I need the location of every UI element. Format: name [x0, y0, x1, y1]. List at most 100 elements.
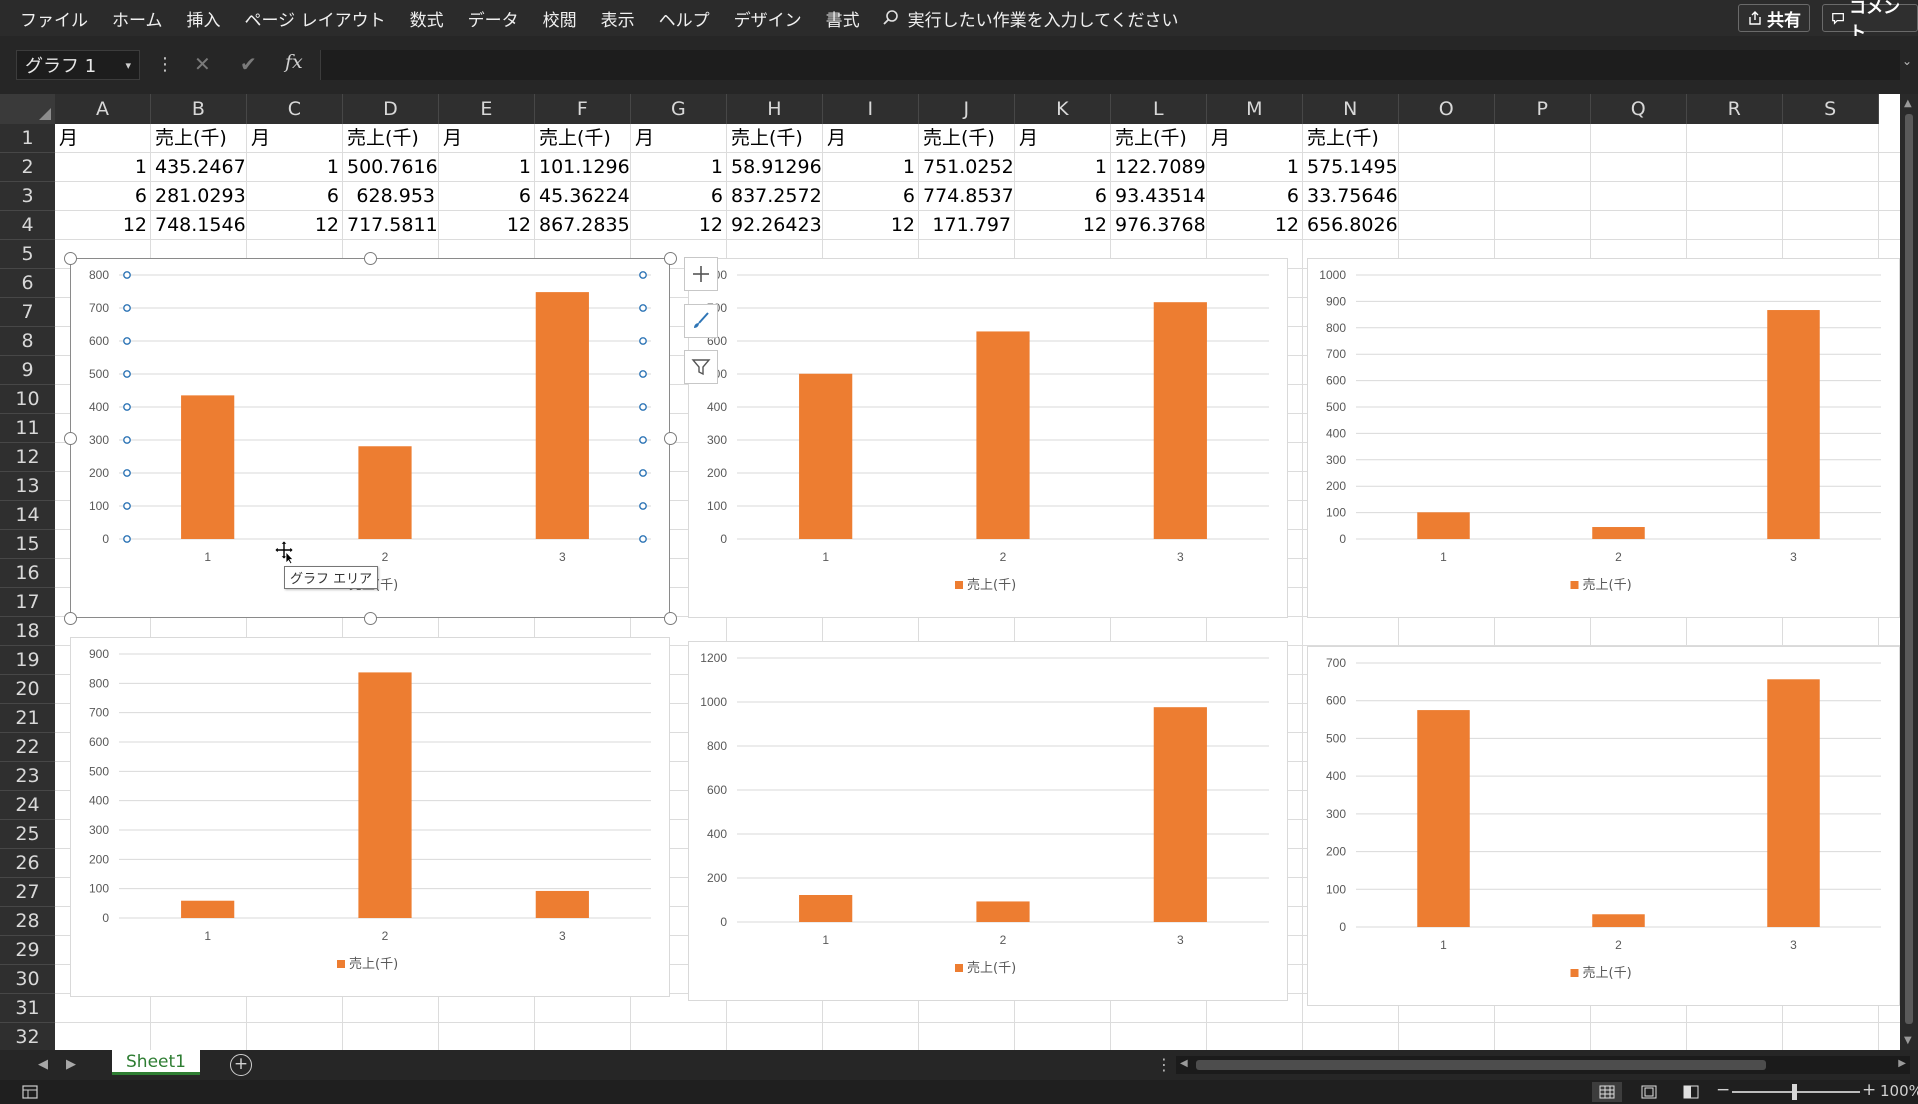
data-cell[interactable]: 12: [247, 211, 343, 240]
bar[interactable]: [1767, 679, 1820, 927]
data-cell[interactable]: 92.26423: [727, 211, 823, 240]
row-header[interactable]: 16: [0, 559, 55, 588]
gridline-selection-handle[interactable]: [123, 337, 131, 345]
gridline-selection-handle[interactable]: [123, 370, 131, 378]
bar[interactable]: [1417, 710, 1470, 927]
header-cell[interactable]: 月: [247, 124, 343, 153]
row-header[interactable]: 19: [0, 646, 55, 675]
row-header[interactable]: 25: [0, 820, 55, 849]
horizontal-scrollbar[interactable]: ◀ ▶: [1176, 1056, 1910, 1074]
scroll-down-icon[interactable]: ▼: [1904, 1035, 1912, 1046]
resize-handle[interactable]: [64, 612, 77, 625]
zoom-level[interactable]: 100%: [1880, 1082, 1918, 1100]
chart-styles-button[interactable]: [684, 304, 718, 338]
vertical-scroll-thumb[interactable]: [1905, 114, 1913, 1024]
column-header[interactable]: I: [822, 94, 919, 124]
data-cell[interactable]: 1: [823, 153, 919, 182]
chart-4[interactable]: 0 100 200 300 400 500 600 700 800 900 1 2 3 売上(千): [70, 637, 670, 997]
horizontal-scroll-thumb[interactable]: [1196, 1060, 1766, 1070]
scroll-up-icon[interactable]: ▲: [1904, 98, 1912, 109]
share-button[interactable]: 共有: [1738, 4, 1810, 32]
zoom-out-button[interactable]: −: [1716, 1080, 1730, 1100]
gridline-selection-handle[interactable]: [639, 535, 647, 543]
column-header[interactable]: H: [726, 94, 823, 124]
data-cell[interactable]: 58.91296: [727, 153, 823, 182]
gridline-selection-handle[interactable]: [639, 271, 647, 279]
row-header[interactable]: 8: [0, 327, 55, 356]
row-header[interactable]: 15: [0, 530, 55, 559]
chart-1[interactable]: 0100200300400500600700800123売上(千): [64, 252, 677, 625]
data-cell[interactable]: 281.0293: [151, 182, 247, 211]
bar[interactable]: [181, 395, 235, 539]
row-header[interactable]: 32: [0, 1023, 55, 1050]
column-header[interactable]: M: [1206, 94, 1303, 124]
gridline-selection-handle[interactable]: [123, 469, 131, 477]
data-cell[interactable]: 12: [1015, 211, 1111, 240]
chart-elements-button[interactable]: [684, 257, 718, 291]
data-cell[interactable]: 12: [55, 211, 151, 240]
gridline-selection-handle[interactable]: [639, 436, 647, 444]
row-header[interactable]: 21: [0, 704, 55, 733]
bar[interactable]: [799, 373, 853, 539]
gridline-selection-handle[interactable]: [639, 403, 647, 411]
bar[interactable]: [976, 331, 1030, 539]
header-cell[interactable]: 月: [631, 124, 727, 153]
data-cell[interactable]: 656.8026: [1303, 211, 1399, 240]
prev-sheet-icon[interactable]: ◀: [38, 1057, 48, 1072]
name-box[interactable]: グラフ 1 ▾: [16, 50, 140, 80]
column-header[interactable]: F: [534, 94, 631, 124]
data-cell[interactable]: 6: [823, 182, 919, 211]
gridline-selection-handle[interactable]: [123, 535, 131, 543]
sheet-tab-sheet1[interactable]: Sheet1: [112, 1050, 200, 1075]
row-header[interactable]: 4: [0, 211, 55, 240]
row-header[interactable]: 9: [0, 356, 55, 385]
legend-label[interactable]: 売上(千): [1583, 965, 1632, 981]
row-header[interactable]: 23: [0, 762, 55, 791]
legend-label[interactable]: 売上(千): [349, 956, 398, 972]
header-cell[interactable]: 売上(千): [1111, 124, 1207, 153]
row-header[interactable]: 6: [0, 269, 55, 298]
data-cell[interactable]: 101.1296: [535, 153, 631, 182]
data-cell[interactable]: 6: [439, 182, 535, 211]
row-header[interactable]: 14: [0, 501, 55, 530]
bar[interactable]: [1153, 707, 1207, 922]
data-cell[interactable]: 774.8537: [919, 182, 1015, 211]
bar[interactable]: [1153, 302, 1207, 539]
row-header[interactable]: 26: [0, 849, 55, 878]
vertical-scrollbar[interactable]: ▲ ▼: [1900, 94, 1918, 1050]
bar[interactable]: [976, 901, 1030, 922]
gridline-selection-handle[interactable]: [123, 304, 131, 312]
column-header[interactable]: B: [150, 94, 247, 124]
tell-me-search[interactable]: 実行したい作業を入力してください: [882, 6, 1179, 31]
menu-item[interactable]: データ: [456, 6, 531, 31]
resize-handle[interactable]: [664, 432, 677, 445]
data-cell[interactable]: 12: [1207, 211, 1303, 240]
bar[interactable]: [181, 900, 235, 918]
row-header[interactable]: 29: [0, 936, 55, 965]
bar[interactable]: [535, 292, 589, 539]
header-cell[interactable]: 売上(千): [343, 124, 439, 153]
row-header[interactable]: 22: [0, 733, 55, 762]
data-cell[interactable]: 6: [1207, 182, 1303, 211]
column-header[interactable]: J: [918, 94, 1015, 124]
cancel-icon[interactable]: ✕: [194, 52, 211, 76]
formula-input[interactable]: [320, 50, 1900, 80]
header-cell[interactable]: 月: [55, 124, 151, 153]
bar[interactable]: [799, 895, 853, 922]
expand-formula-bar-icon[interactable]: ⌄: [1902, 54, 1912, 68]
resize-handle[interactable]: [364, 612, 377, 625]
macro-record-icon[interactable]: [22, 1085, 38, 1099]
row-header[interactable]: 12: [0, 443, 55, 472]
data-cell[interactable]: 575.1495: [1303, 153, 1399, 182]
header-cell[interactable]: 売上(千): [535, 124, 631, 153]
menu-item[interactable]: ファイル: [0, 6, 100, 31]
worksheet-grid[interactable]: ABCDEFGHIJKLMNOPQRS 1 2 3 4 5 6 7 8 9 10 11 12 13 14 1…: [0, 94, 1900, 1050]
row-header[interactable]: 1: [0, 124, 55, 153]
insert-function-button[interactable]: fx: [285, 51, 303, 73]
gridline-selection-handle[interactable]: [123, 271, 131, 279]
data-cell[interactable]: 12: [823, 211, 919, 240]
select-all-button[interactable]: [0, 94, 55, 124]
bar[interactable]: [358, 672, 412, 918]
row-header[interactable]: 7: [0, 298, 55, 327]
gridline-selection-handle[interactable]: [639, 304, 647, 312]
